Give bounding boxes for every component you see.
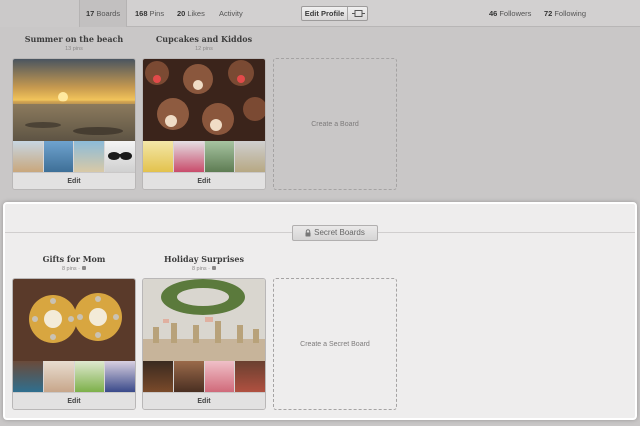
lock-icon — [82, 266, 87, 270]
tab-likes-label: Likes — [187, 9, 205, 18]
layout-toggle-icon — [352, 10, 365, 17]
followers-label: Followers — [499, 9, 532, 18]
tab-activity-label: Activity — [219, 9, 243, 18]
thumbnail — [73, 141, 105, 172]
tab-boards-label: Boards — [96, 9, 121, 18]
followers-link[interactable]: 46 Followers — [489, 0, 531, 27]
following-label: Following — [554, 9, 587, 18]
profile-nav-bar: 17 Boards 168 Pins 20 Likes Activity Edit P… — [0, 0, 640, 27]
board-pin-count-text: 8 pins · — [61, 266, 81, 272]
tab-likes-count: 20 — [177, 9, 186, 18]
board-thumbnails — [143, 361, 265, 392]
following-count: 72 — [544, 9, 553, 18]
thumbnail — [234, 361, 265, 392]
board-edit-button[interactable]: Edit — [143, 392, 265, 409]
tab-pins-count: 168 — [135, 9, 148, 18]
tab-pins-label: Pins — [149, 9, 165, 18]
edit-profile-button-group: Edit Profile — [301, 6, 368, 21]
create-secret-board-button[interactable]: Create a Secret Board — [273, 278, 397, 410]
thumbnail — [172, 141, 204, 172]
board-edit-button[interactable]: Edit — [143, 172, 265, 189]
board-card-summer[interactable]: Edit — [12, 58, 136, 190]
board-thumbnails — [13, 141, 135, 172]
board-card-cupcakes[interactable]: Edit — [142, 58, 266, 190]
create-board-button[interactable]: Create a Board — [273, 58, 397, 190]
board-card-gifts-for-mom[interactable]: Edit — [12, 278, 136, 410]
edit-profile-button[interactable]: Edit Profile — [302, 7, 348, 20]
board-pin-count: 8 pins · — [12, 266, 136, 272]
board-cover-image — [143, 59, 265, 141]
sunglasses-icon — [108, 152, 133, 160]
board-pin-count-text: 8 pins · — [191, 266, 211, 272]
board-pin-count: 8 pins · — [142, 266, 266, 272]
thumbnail — [104, 141, 135, 172]
followers-count: 46 — [489, 9, 498, 18]
board-thumbnails — [13, 361, 135, 392]
board-cover-image — [13, 279, 135, 361]
profile-layout-toggle[interactable] — [349, 7, 368, 20]
secret-boards-header-button[interactable]: Secret Boards — [292, 225, 378, 241]
secret-boards-label: Secret Boards — [314, 228, 365, 237]
thumbnail — [42, 361, 74, 392]
board-cover-image — [143, 279, 265, 361]
tab-boards-count: 17 — [86, 9, 95, 18]
board-thumbnails — [143, 141, 265, 172]
board-pin-count: 12 pins — [195, 46, 213, 52]
tab-likes[interactable]: 20 Likes — [177, 0, 205, 27]
thumbnail — [13, 141, 43, 172]
board-pin-count: 13 pins — [65, 46, 83, 52]
board-title[interactable]: Gifts for Mom — [12, 254, 136, 264]
lock-icon — [212, 266, 217, 270]
board-title[interactable]: Holiday Surprises — [142, 254, 266, 264]
tab-pins[interactable]: 168 Pins — [135, 0, 164, 27]
lock-icon — [305, 229, 311, 237]
board-title[interactable]: Cupcakes and Kiddos — [142, 34, 266, 44]
board-edit-button[interactable]: Edit — [13, 392, 135, 409]
thumbnail — [104, 361, 135, 392]
board-cover-image — [13, 59, 135, 141]
tab-boards[interactable]: 17 Boards — [79, 0, 128, 27]
tab-activity[interactable]: Activity — [219, 0, 243, 27]
thumbnail — [203, 141, 235, 172]
thumbnail — [73, 361, 105, 392]
thumbnail — [234, 141, 265, 172]
thumbnail — [143, 141, 173, 172]
thumbnail — [42, 141, 74, 172]
thumbnail — [172, 361, 204, 392]
board-card-holiday-surprises[interactable]: Edit — [142, 278, 266, 410]
thumbnail — [13, 361, 43, 392]
thumbnail — [203, 361, 235, 392]
following-link[interactable]: 72 Following — [544, 0, 586, 27]
thumbnail — [143, 361, 173, 392]
nav-left-spacer — [0, 0, 79, 27]
board-edit-button[interactable]: Edit — [13, 172, 135, 189]
board-title[interactable]: Summer on the beach — [12, 34, 136, 44]
